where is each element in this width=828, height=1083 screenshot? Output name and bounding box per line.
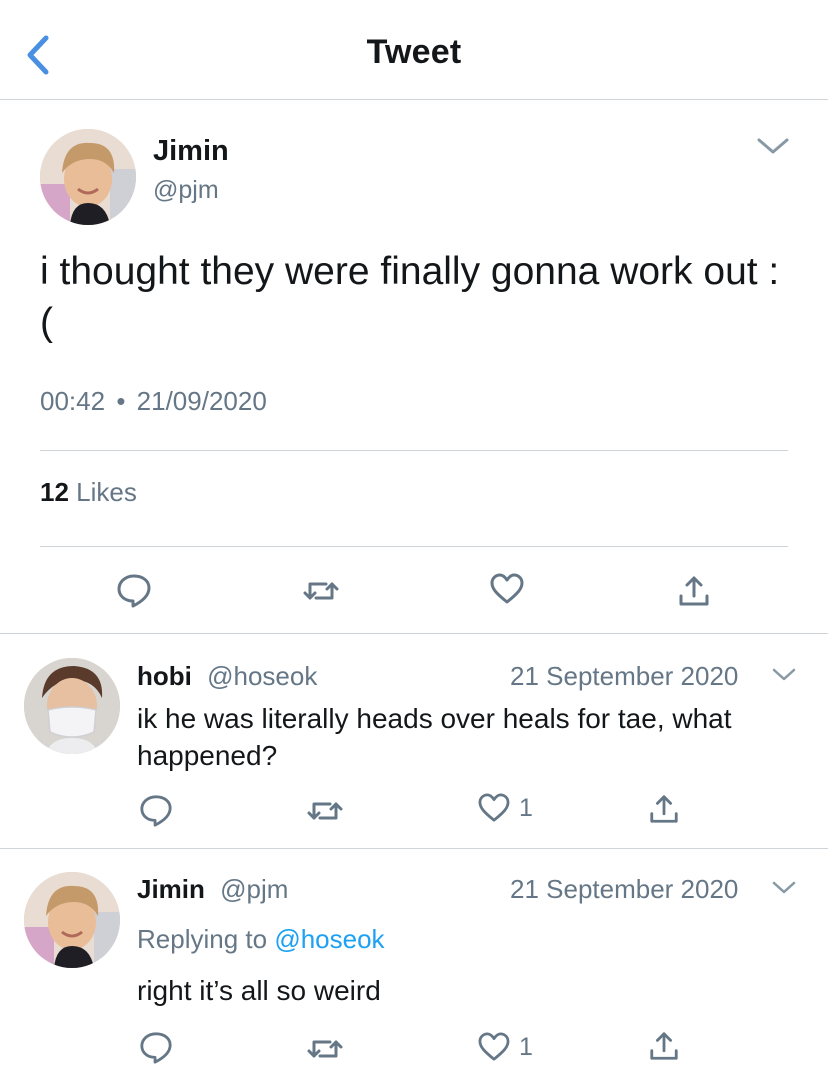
retweet-icon[interactable]: [302, 576, 340, 606]
retweet-icon[interactable]: [306, 796, 344, 826]
share-icon[interactable]: [648, 1030, 680, 1062]
likes-stat[interactable]: 12 Likes: [40, 477, 137, 508]
author-handle[interactable]: @pjm: [153, 176, 219, 205]
reply-author-handle[interactable]: @hoseok: [207, 661, 317, 691]
separator-dot: •: [116, 386, 126, 416]
reply-icon[interactable]: [116, 572, 152, 608]
section-divider: [0, 848, 828, 849]
chevron-down-icon[interactable]: [755, 134, 791, 158]
replying-to: Replying to @hoseok: [137, 924, 385, 955]
reply-author-name[interactable]: Jimin: [137, 874, 205, 904]
reply-text: ik he was literally heads over heals for…: [137, 703, 732, 771]
share-icon[interactable]: [677, 574, 711, 608]
header-divider: [0, 99, 828, 100]
like-count: 1: [519, 1033, 533, 1061]
divider: [40, 450, 788, 451]
divider: [40, 546, 788, 547]
reply-icon[interactable]: [139, 793, 173, 827]
avatar[interactable]: [40, 129, 136, 225]
section-divider: [0, 633, 828, 634]
tweet-time: 00:42: [40, 386, 106, 416]
like-heart-icon[interactable]: [489, 573, 525, 605]
reply-text: right it’s all so weird: [137, 975, 381, 1006]
chevron-down-icon[interactable]: [771, 666, 797, 684]
retweet-icon[interactable]: [306, 1034, 344, 1064]
reply-header: hobi @hoseok: [137, 661, 317, 692]
page-title: Tweet: [366, 33, 462, 71]
likes-label: Likes: [76, 477, 137, 507]
tweet-date: 21/09/2020: [136, 386, 267, 416]
like-heart-icon[interactable]: [477, 793, 511, 823]
reply-date: 21 September 2020: [510, 661, 739, 691]
like-count: 1: [519, 794, 533, 822]
likes-count: 12: [40, 477, 69, 507]
reply-date: 21 September 2020: [510, 874, 739, 904]
tweet-text: i thought they were finally gonna work o…: [40, 250, 780, 344]
reply-header: Jimin @pjm: [137, 874, 288, 905]
reply-author-name[interactable]: hobi: [137, 661, 192, 691]
avatar[interactable]: [24, 872, 120, 968]
author-name[interactable]: Jimin: [153, 135, 229, 168]
share-icon[interactable]: [648, 793, 680, 825]
tweet-timestamp: 00:42 • 21/09/2020: [40, 386, 267, 417]
like-heart-icon[interactable]: [477, 1032, 511, 1062]
avatar[interactable]: [24, 658, 120, 754]
chevron-down-icon[interactable]: [771, 879, 797, 897]
replying-to-label: Replying to: [137, 924, 268, 954]
replying-to-handle[interactable]: @hoseok: [274, 924, 384, 954]
reply-author-handle[interactable]: @pjm: [220, 874, 288, 904]
reply-icon[interactable]: [139, 1030, 173, 1064]
